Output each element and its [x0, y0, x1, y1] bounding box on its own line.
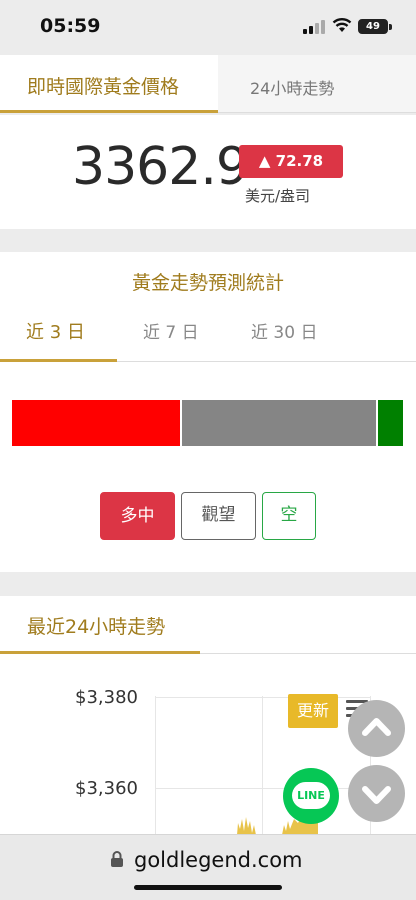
tab-30-days[interactable]: 近 30 日: [251, 318, 317, 343]
price-change-badge: ▲ 72.78: [239, 145, 343, 178]
vote-bullish-button[interactable]: 多中: [100, 492, 175, 540]
browser-address-bar[interactable]: goldlegend.com: [0, 834, 416, 900]
forecast-stats-card: 黃金走勢預測統計 近 3 日 近 7 日 近 30 日 多中 觀望 空: [0, 252, 416, 572]
price-panel: 3362.9: [0, 115, 416, 229]
url-text: goldlegend.com: [134, 848, 303, 872]
tab-live-price[interactable]: 即時國際黃金價格: [0, 55, 218, 113]
forecast-distribution-bar: [12, 400, 403, 446]
chevron-down-icon: [362, 786, 391, 804]
forecast-period-tabs: 近 3 日 近 7 日 近 30 日: [0, 310, 416, 362]
wifi-icon: [332, 18, 352, 32]
home-indicator: [134, 885, 282, 890]
scroll-up-button[interactable]: [348, 700, 405, 757]
price-unit: 美元/盎司: [245, 187, 311, 205]
battery-icon: 49: [358, 19, 388, 34]
chevron-up-icon: [362, 718, 391, 736]
price-tabs: 即時國際黃金價格 24小時走勢: [0, 55, 416, 113]
tab-7-days[interactable]: 近 7 日: [143, 318, 199, 343]
cellular-signal-icon: [303, 20, 327, 34]
tab-live-price-label: 即時國際黃金價格: [27, 76, 180, 98]
vote-neutral-button[interactable]: 觀望: [181, 492, 256, 540]
tab-3-days[interactable]: 近 3 日: [26, 318, 85, 344]
status-bar: 05:59 49: [0, 0, 416, 52]
gold-price-value: 3362.9: [72, 137, 249, 197]
clock: 05:59: [40, 15, 101, 37]
lock-icon: [111, 851, 123, 867]
line-logo-icon: LINE: [292, 782, 330, 809]
y-tick-label: $3,360: [75, 778, 138, 799]
line-share-button[interactable]: LINE: [283, 768, 339, 824]
tab-24h-trend[interactable]: 24小時走勢: [250, 75, 334, 99]
tab-active-indicator: [0, 110, 218, 113]
trend-tab-indicator: [0, 651, 200, 654]
bearish-segment: [375, 400, 403, 446]
update-button[interactable]: 更新: [288, 694, 338, 728]
bullish-segment: [12, 400, 181, 446]
y-tick-label: $3,380: [75, 687, 138, 708]
forecast-tab-indicator: [0, 359, 117, 362]
forecast-title: 黃金走勢預測統計: [131, 272, 284, 294]
trend-title: 最近24小時走勢: [27, 616, 166, 638]
trend-header: 最近24小時走勢: [0, 596, 416, 654]
battery-tip: [389, 24, 392, 30]
scroll-down-button[interactable]: [348, 765, 405, 822]
neutral-segment: [180, 400, 376, 446]
vote-bearish-button[interactable]: 空: [262, 492, 316, 540]
gridline: [155, 696, 156, 846]
